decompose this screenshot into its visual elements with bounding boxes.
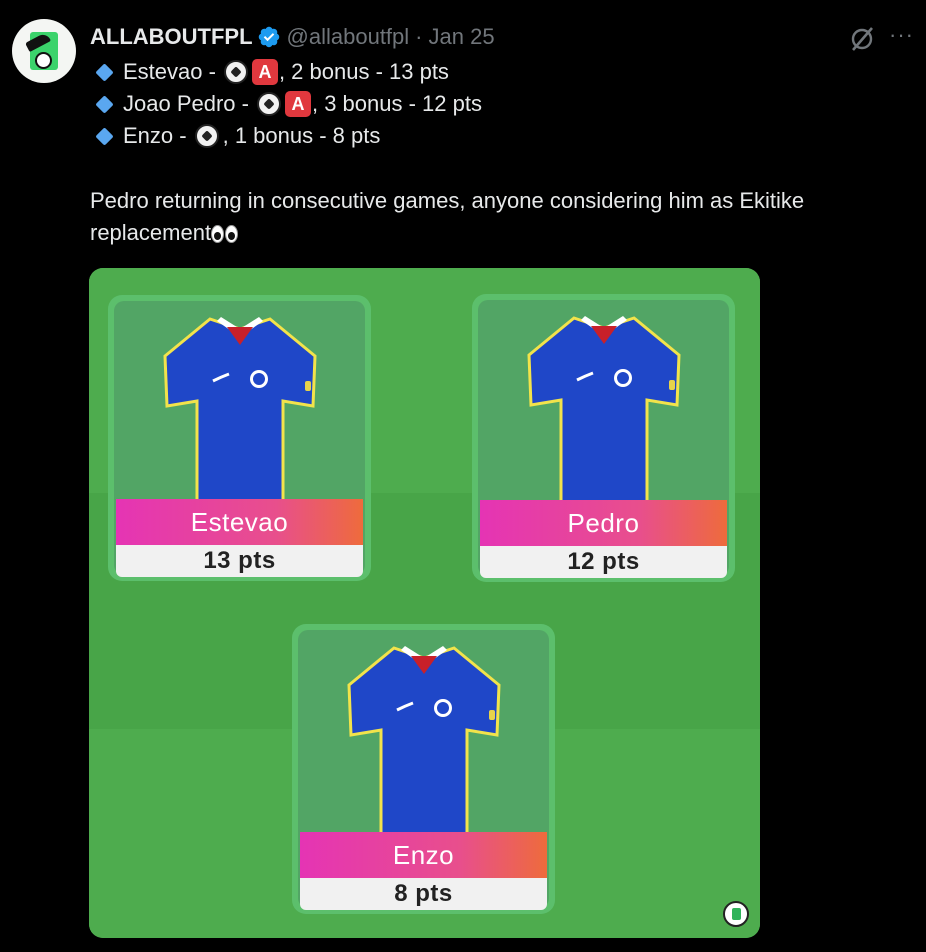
tweet-date[interactable]: Jan 25 bbox=[429, 24, 495, 50]
player-card: Enzo 8 pts bbox=[292, 624, 555, 914]
soccer-ball-icon bbox=[223, 60, 248, 84]
grok-icon[interactable] bbox=[848, 25, 876, 53]
player-name: Enzo bbox=[300, 832, 547, 878]
tweet-body: Pedro returning in consecutive games, an… bbox=[90, 185, 910, 252]
player-name: Estevao bbox=[116, 499, 363, 545]
tweet-header: ALLABOUTFPL @allaboutfpl · Jan 25 bbox=[90, 22, 495, 52]
stat-detail: , 2 bonus - 13 pts bbox=[278, 59, 449, 84]
watermark-logo-icon bbox=[723, 901, 749, 927]
stat-detail: , 3 bonus - 12 pts bbox=[311, 91, 482, 116]
eyes-icon bbox=[211, 220, 239, 252]
blue-diamond-icon bbox=[95, 94, 114, 114]
blue-diamond-icon bbox=[95, 62, 114, 82]
stat-detail: , 1 bonus - 8 pts bbox=[222, 123, 381, 148]
chelsea-shirt-icon bbox=[162, 317, 317, 511]
stat-player: Enzo - bbox=[123, 123, 187, 148]
player-card: Pedro 12 pts bbox=[472, 294, 735, 582]
chelsea-shirt-icon bbox=[526, 316, 681, 510]
verified-badge-icon bbox=[258, 26, 279, 48]
stat-line: Enzo - , 1 bonus - 8 pts bbox=[95, 121, 380, 151]
more-options-icon[interactable]: ··· bbox=[889, 22, 914, 48]
player-points: 8 pts bbox=[300, 878, 547, 910]
stat-line: Joao Pedro - A , 3 bonus - 12 pts bbox=[95, 89, 482, 119]
author-name[interactable]: ALLABOUTFPL bbox=[90, 24, 253, 50]
stat-line: Estevao - A , 2 bonus - 13 pts bbox=[95, 57, 449, 87]
author-avatar[interactable] bbox=[12, 19, 76, 83]
soccer-ball-icon bbox=[256, 92, 281, 116]
blue-diamond-icon bbox=[95, 126, 114, 146]
tweet-body-text: Pedro returning in consecutive games, an… bbox=[90, 188, 805, 245]
player-points: 12 pts bbox=[480, 546, 727, 578]
a-button-icon: A bbox=[284, 91, 311, 117]
stat-player: Estevao - bbox=[123, 59, 216, 84]
player-name: Pedro bbox=[480, 500, 727, 546]
author-handle[interactable]: @allaboutfpl bbox=[287, 24, 410, 50]
player-points: 13 pts bbox=[116, 545, 363, 577]
a-button-icon: A bbox=[251, 59, 278, 85]
soccer-ball-icon bbox=[194, 124, 219, 148]
tweet-media-image[interactable]: Estevao 13 pts Pedro 12 pts Enzo 8 pts bbox=[89, 268, 760, 938]
player-card: Estevao 13 pts bbox=[108, 295, 371, 581]
stat-player: Joao Pedro - bbox=[123, 91, 249, 116]
chelsea-shirt-icon bbox=[346, 646, 501, 840]
soccer-ball-icon bbox=[35, 52, 52, 69]
header-separator: · bbox=[415, 24, 423, 49]
